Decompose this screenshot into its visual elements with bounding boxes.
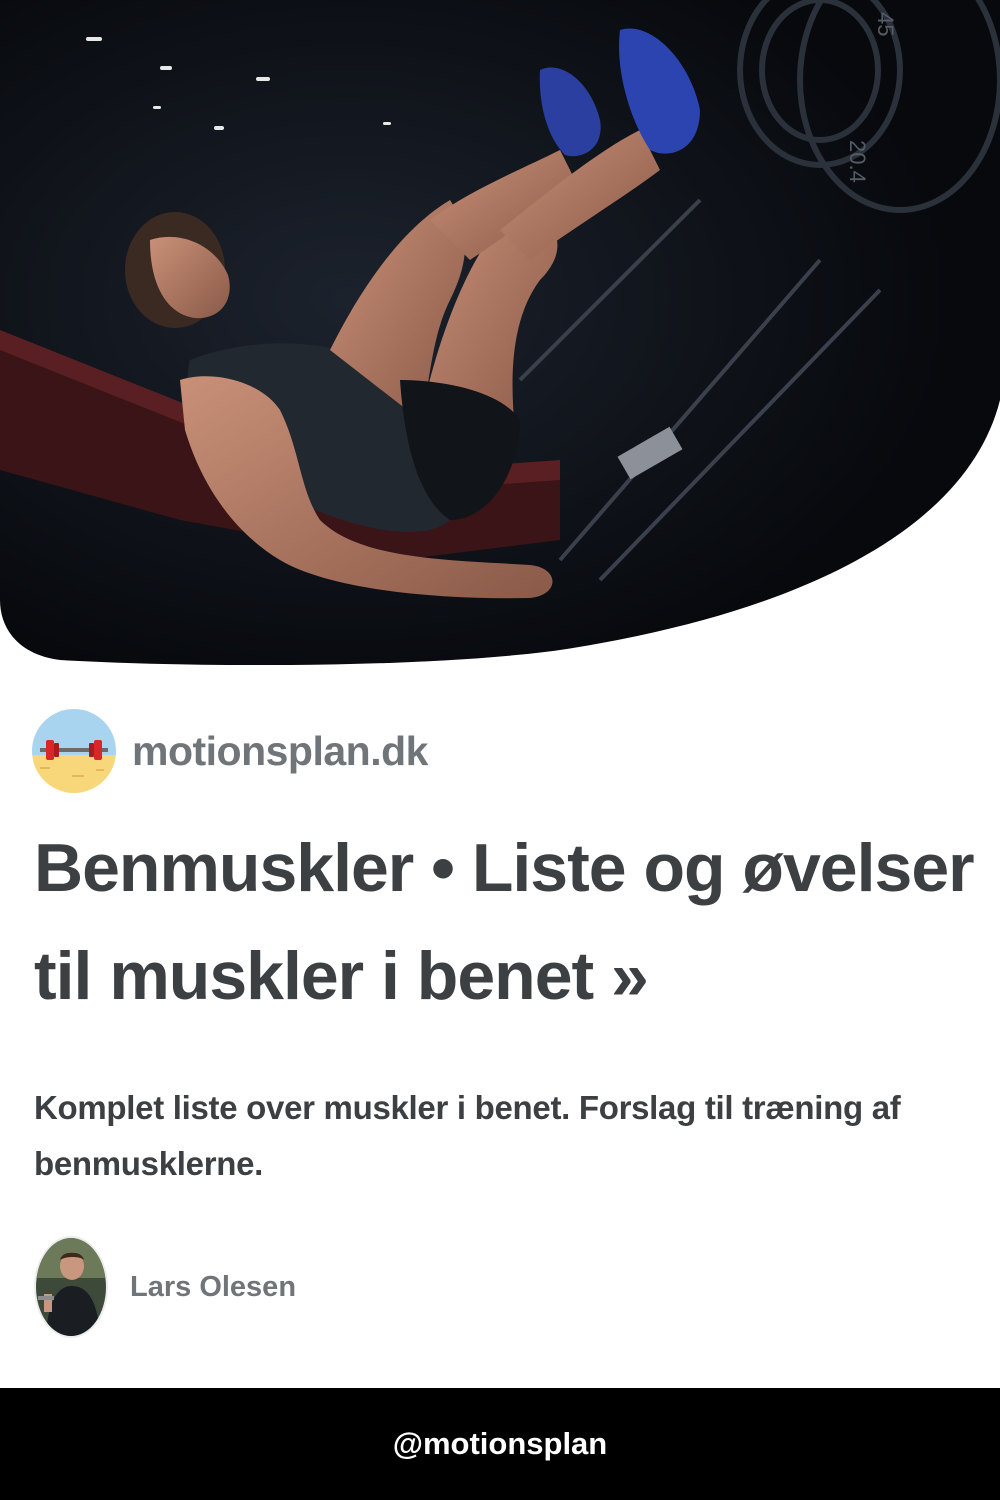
footer-bar: @motionsplan bbox=[0, 1388, 1000, 1500]
article-description: Komplet liste over muskler i benet. Fors… bbox=[34, 1089, 901, 1182]
plate-label-45: 45 bbox=[873, 12, 898, 36]
barbell-icon bbox=[32, 709, 116, 793]
leg-press-photo: 45 20.4 bbox=[0, 0, 1000, 665]
author-byline[interactable]: Lars Olesen bbox=[34, 1236, 296, 1338]
article-title[interactable]: Benmuskler • Liste og øvelser til muskle… bbox=[34, 814, 975, 1030]
hero-image: 45 20.4 bbox=[0, 0, 1000, 665]
site-header[interactable]: motionsplan.dk bbox=[32, 708, 428, 794]
plate-label-20-4: 20.4 bbox=[845, 140, 870, 183]
author-name[interactable]: Lars Olesen bbox=[130, 1271, 296, 1304]
site-name[interactable]: motionsplan.dk bbox=[132, 728, 428, 775]
person-photo-icon bbox=[34, 1236, 108, 1338]
footer-handle[interactable]: @motionsplan bbox=[393, 1426, 608, 1462]
